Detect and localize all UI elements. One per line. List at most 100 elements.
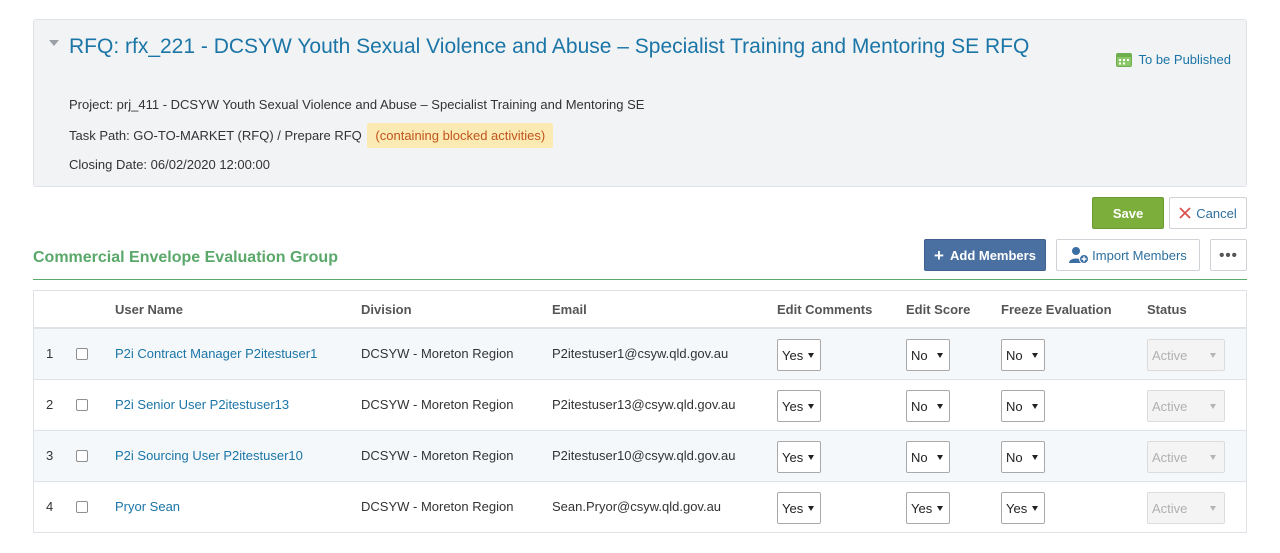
row-number: 4	[46, 499, 54, 514]
status-indicator: To be Published	[1116, 52, 1231, 67]
close-x-icon	[1179, 207, 1191, 219]
user-name-link[interactable]: Pryor Sean	[115, 499, 180, 514]
user-name-link[interactable]: P2i Senior User P2itestuser13	[115, 397, 289, 412]
column-status[interactable]: Status	[1147, 302, 1187, 317]
dropdown-arrow-icon	[937, 506, 943, 511]
row-checkbox[interactable]	[76, 348, 88, 360]
row-checkbox[interactable]	[76, 450, 88, 462]
dropdown-arrow-icon	[808, 506, 814, 511]
save-button[interactable]: Save	[1092, 197, 1164, 229]
save-button-label: Save	[1112, 205, 1144, 221]
edit-score-value: No	[911, 449, 928, 465]
row-number: 1	[46, 346, 54, 361]
email-cell: Sean.Pryor@csyw.qld.gov.au	[552, 499, 722, 514]
division-cell: DCSYW - Moreton Region	[361, 397, 514, 412]
freeze-evaluation-select[interactable]: No	[1001, 390, 1045, 422]
status-select-disabled: Active	[1147, 339, 1225, 371]
column-edit-score[interactable]: Edit Score	[906, 302, 970, 317]
column-user-name[interactable]: User Name	[115, 302, 183, 317]
column-edit-comments[interactable]: Edit Comments	[777, 302, 872, 317]
edit-comments-select[interactable]: Yes	[777, 390, 821, 422]
dropdown-arrow-icon	[1210, 353, 1216, 358]
status-value: Active	[1152, 449, 1188, 465]
status-select-disabled: Active	[1147, 492, 1225, 524]
freeze-evaluation-select[interactable]: Yes	[1001, 492, 1045, 524]
division-cell: DCSYW - Moreton Region	[361, 346, 514, 361]
dropdown-arrow-icon	[808, 404, 814, 409]
user-name-link[interactable]: P2i Sourcing User P2itestuser10	[115, 448, 303, 463]
dropdown-arrow-icon	[1032, 404, 1038, 409]
dropdown-arrow-icon	[1210, 506, 1216, 511]
email-cell: P2itestuser1@csyw.qld.gov.au	[552, 346, 729, 361]
status-select-disabled: Active	[1147, 390, 1225, 422]
table-header: User Name Division Email Edit Comments E…	[34, 291, 1246, 329]
group-title: Commercial Envelope Evaluation Group	[33, 249, 338, 266]
edit-score-select[interactable]: Yes	[906, 492, 950, 524]
email-cell: P2itestuser10@csyw.qld.gov.au	[552, 448, 736, 463]
plus-icon: +	[934, 245, 944, 265]
freeze-evaluation-select[interactable]: No	[1001, 339, 1045, 371]
dropdown-arrow-icon	[1032, 353, 1038, 358]
status-select-disabled: Active	[1147, 441, 1225, 473]
dropdown-arrow-icon	[1210, 404, 1216, 409]
row-number: 3	[46, 448, 54, 463]
status-value: Active	[1152, 398, 1188, 414]
column-division[interactable]: Division	[361, 302, 412, 317]
edit-comments-value: Yes	[782, 398, 804, 414]
dropdown-arrow-icon	[937, 455, 943, 460]
edit-comments-value: Yes	[782, 347, 804, 363]
dropdown-arrow-icon	[1032, 506, 1038, 511]
freeze-evaluation-value: No	[1006, 398, 1023, 414]
task-path-text: Task Path: GO-TO-MARKET (RFQ) / Prepare …	[69, 128, 362, 143]
division-cell: DCSYW - Moreton Region	[361, 499, 514, 514]
status-value: Active	[1152, 500, 1188, 516]
edit-score-select[interactable]: No	[906, 390, 950, 422]
caret-down-icon[interactable]	[49, 40, 59, 46]
task-path-line: Task Path: GO-TO-MARKET (RFQ) / Prepare …	[69, 123, 554, 148]
user-add-icon	[1069, 247, 1090, 264]
status-value: Active	[1152, 347, 1188, 363]
edit-score-select[interactable]: No	[906, 339, 950, 371]
add-members-label: Add Members	[949, 247, 1036, 263]
user-name-link[interactable]: P2i Contract Manager P2itestuser1	[115, 346, 317, 361]
closing-date-line: Closing Date: 06/02/2020 12:00:00	[69, 157, 270, 172]
status-label: To be Published	[1138, 52, 1231, 67]
freeze-evaluation-select[interactable]: No	[1001, 441, 1045, 473]
freeze-evaluation-value: No	[1006, 449, 1023, 465]
row-checkbox[interactable]	[76, 399, 88, 411]
row-number: 2	[46, 397, 54, 412]
row-checkbox[interactable]	[76, 501, 88, 513]
column-freeze-evaluation[interactable]: Freeze Evaluation	[1001, 302, 1112, 317]
edit-score-value: No	[911, 398, 928, 414]
edit-score-select[interactable]: No	[906, 441, 950, 473]
members-table: User Name Division Email Edit Comments E…	[33, 290, 1247, 533]
add-members-button[interactable]: + Add Members	[924, 239, 1046, 271]
division-cell: DCSYW - Moreton Region	[361, 448, 514, 463]
table-row: 4 Pryor Sean DCSYW - Moreton Region Sean…	[34, 482, 1246, 533]
edit-score-value: Yes	[911, 500, 933, 516]
group-divider	[33, 279, 1247, 280]
email-cell: P2itestuser13@csyw.qld.gov.au	[552, 397, 736, 412]
table-row: 2 P2i Senior User P2itestuser13 DCSYW - …	[34, 380, 1246, 431]
edit-comments-select[interactable]: Yes	[777, 441, 821, 473]
project-line: Project: prj_411 - DCSYW Youth Sexual Vi…	[69, 97, 645, 112]
edit-comments-select[interactable]: Yes	[777, 492, 821, 524]
cancel-button[interactable]: Cancel	[1169, 197, 1247, 229]
edit-comments-select[interactable]: Yes	[777, 339, 821, 371]
cancel-button-label: Cancel	[1196, 205, 1237, 221]
edit-score-value: No	[911, 347, 928, 363]
dropdown-arrow-icon	[808, 455, 814, 460]
table-row: 3 P2i Sourcing User P2itestuser10 DCSYW …	[34, 431, 1246, 482]
column-email[interactable]: Email	[552, 302, 587, 317]
dropdown-arrow-icon	[808, 353, 814, 358]
calendar-green-icon	[1116, 52, 1133, 67]
blocked-activities-badge: (containing blocked activities)	[367, 123, 554, 148]
dropdown-arrow-icon	[937, 353, 943, 358]
dropdown-arrow-icon	[1032, 455, 1038, 460]
import-members-button[interactable]: Import Members	[1056, 239, 1200, 271]
ellipsis-icon: •••	[1219, 246, 1238, 264]
more-actions-button[interactable]: •••	[1210, 239, 1247, 271]
rfq-header-panel: RFQ: rfx_221 - DCSYW Youth Sexual Violen…	[33, 19, 1247, 187]
import-members-label: Import Members	[1092, 247, 1187, 263]
rfq-title: RFQ: rfx_221 - DCSYW Youth Sexual Violen…	[69, 35, 1030, 58]
